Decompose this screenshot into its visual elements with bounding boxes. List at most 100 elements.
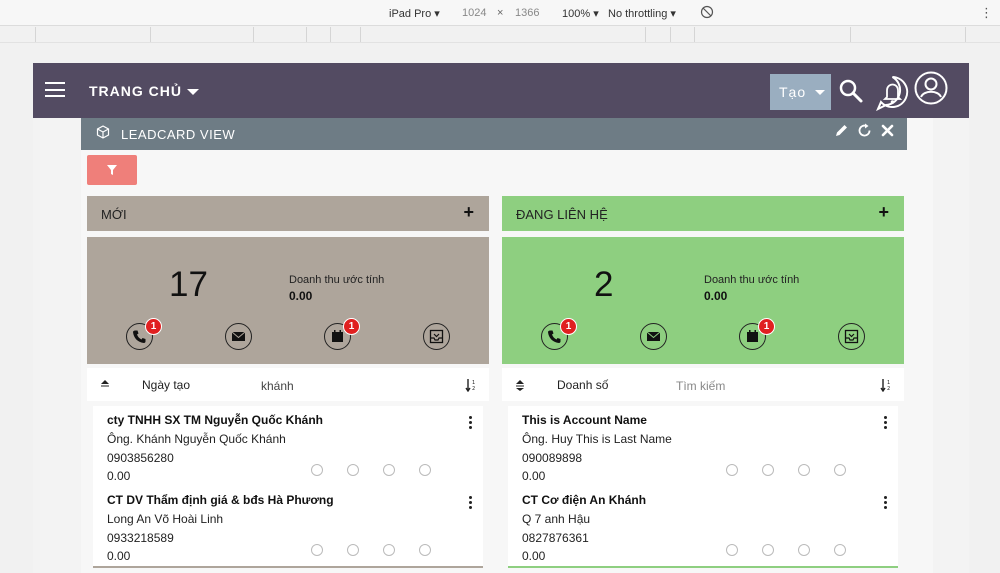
- column-search-input[interactable]: khánh: [261, 379, 294, 393]
- lead-card[interactable]: CT DV Thẩm định giá & bđs Hà Phương Long…: [93, 486, 483, 568]
- account-name: cty TNHH SX TM Nguyễn Quốc Khánh: [107, 413, 324, 427]
- notification-badge: 1: [343, 318, 360, 335]
- mail-icon[interactable]: [762, 544, 774, 556]
- mail-icon[interactable]: [762, 464, 774, 476]
- calendar-icon[interactable]: [798, 544, 810, 556]
- bell-icon[interactable]: [876, 75, 909, 111]
- lead-card[interactable]: This is Account Name Ông. Huy This is La…: [508, 406, 898, 488]
- caret-down-icon: [815, 89, 826, 95]
- sort-search-bar: Ngày tạo khánh 12: [87, 368, 489, 401]
- contact-name: Long An Võ Hoài Linh: [107, 512, 224, 526]
- phone-icon[interactable]: [311, 464, 323, 476]
- rotate-icon[interactable]: [700, 5, 714, 19]
- column-title: ĐANG LIÊN HỆ: [516, 207, 608, 222]
- add-lead-button[interactable]: +: [463, 202, 474, 223]
- phone-number: 0827876361: [522, 531, 589, 545]
- calendar-icon[interactable]: [383, 464, 395, 476]
- device-viewport: TRANG CHỦ Tạo LEADCARD VIEW MỚI + 17 Doa…: [33, 63, 969, 573]
- zoom-select[interactable]: 100% ▾: [562, 7, 599, 20]
- phone-icon[interactable]: [726, 544, 738, 556]
- account-name: This is Account Name: [522, 413, 647, 427]
- lead-count: 17: [169, 265, 208, 304]
- account-name: CT Cơ điện An Khánh: [522, 493, 647, 507]
- phone-number: 090089898: [522, 451, 583, 465]
- lead-card[interactable]: cty TNHH SX TM Nguyễn Quốc Khánh Ông. Kh…: [93, 406, 483, 488]
- column-header: MỚI +: [87, 196, 489, 231]
- deal-amount: 0.00: [107, 469, 131, 483]
- mail-icon[interactable]: [347, 544, 359, 556]
- sort-field-select[interactable]: Ngày tạo: [142, 378, 190, 392]
- card-menu-icon[interactable]: [469, 496, 473, 510]
- mail-icon[interactable]: [347, 464, 359, 476]
- column-header: ĐANG LIÊN HỆ +: [502, 196, 904, 231]
- device-select[interactable]: iPad Pro ▾: [389, 7, 440, 20]
- create-label: Tạo: [779, 84, 807, 100]
- lead-card[interactable]: CT Cơ điện An Khánh Q 7 anh Hậu 08278763…: [508, 486, 898, 568]
- phone-number: 0903856280: [107, 451, 174, 465]
- calendar-icon[interactable]: 1: [739, 318, 775, 350]
- inbox-icon[interactable]: [419, 464, 431, 476]
- mail-icon[interactable]: [640, 323, 667, 350]
- inbox-icon[interactable]: [834, 544, 846, 556]
- svg-text:2: 2: [472, 386, 475, 392]
- notification-badge: 1: [560, 318, 577, 335]
- header-tools: [834, 123, 895, 138]
- more-options-icon[interactable]: ⋮: [980, 5, 993, 21]
- inbox-icon[interactable]: [838, 323, 865, 350]
- contact-name: Ông. Huy This is Last Name: [522, 432, 672, 446]
- notification-badge: 1: [145, 318, 162, 335]
- revenue-label: Doanh thu ước tính: [704, 274, 800, 286]
- user-icon[interactable]: [914, 71, 948, 105]
- inbox-icon[interactable]: [423, 323, 450, 350]
- phone-icon[interactable]: 1: [541, 318, 577, 350]
- sort-order-icon[interactable]: 12: [465, 378, 477, 392]
- home-label: TRANG CHỦ: [89, 83, 182, 99]
- calendar-icon[interactable]: [798, 464, 810, 476]
- viewport-height[interactable]: 1366: [515, 7, 539, 19]
- phone-icon[interactable]: [311, 544, 323, 556]
- phone-icon[interactable]: 1: [126, 318, 162, 350]
- calendar-icon[interactable]: [383, 544, 395, 556]
- caret-down-icon: [187, 89, 199, 96]
- deal-amount: 0.00: [522, 469, 546, 483]
- hamburger-icon[interactable]: [45, 82, 65, 97]
- pencil-icon[interactable]: [834, 123, 849, 138]
- create-button[interactable]: Tạo: [770, 74, 831, 110]
- revenue-value: 0.00: [704, 289, 728, 303]
- search-icon[interactable]: [838, 78, 864, 104]
- mail-icon[interactable]: [225, 323, 252, 350]
- sort-field-select[interactable]: Doanh số: [557, 378, 608, 392]
- column-summary: 17 Doanh thu ước tính 0.00 1 1: [87, 237, 489, 364]
- sort-toggle-icon[interactable]: [515, 379, 525, 391]
- inbox-icon[interactable]: [419, 544, 431, 556]
- top-navbar: TRANG CHỦ Tạo: [33, 63, 969, 118]
- phone-icon[interactable]: [726, 464, 738, 476]
- leadcard-header: LEADCARD VIEW: [81, 118, 907, 150]
- devtools-toolbar: iPad Pro ▾ 1024 × 1366 100% ▾ No throttl…: [0, 0, 1000, 26]
- refresh-icon[interactable]: [857, 123, 872, 138]
- sort-order-icon[interactable]: 12: [880, 378, 892, 392]
- column-title: MỚI: [101, 207, 127, 222]
- card-menu-icon[interactable]: [884, 496, 888, 510]
- filter-icon: [107, 165, 117, 175]
- notification-badge: 1: [758, 318, 775, 335]
- account-name: CT DV Thẩm định giá & bđs Hà Phương: [107, 493, 334, 507]
- close-icon[interactable]: [880, 123, 895, 138]
- home-menu[interactable]: TRANG CHỦ: [89, 83, 199, 99]
- sort-search-bar: Doanh số Tìm kiếm 12: [502, 368, 904, 401]
- card-menu-icon[interactable]: [469, 416, 473, 430]
- pipeline-column-new: MỚI + 17 Doanh thu ước tính 0.00 1 1 Ngà…: [87, 196, 489, 573]
- viewport-width[interactable]: 1024: [462, 7, 486, 19]
- calendar-icon[interactable]: 1: [324, 318, 360, 350]
- add-lead-button[interactable]: +: [878, 202, 889, 223]
- column-summary: 2 Doanh thu ước tính 0.00 1 1: [502, 237, 904, 364]
- card-menu-icon[interactable]: [884, 416, 888, 430]
- leadcard-title: LEADCARD VIEW: [121, 127, 236, 142]
- lead-count: 2: [594, 265, 614, 304]
- inbox-icon[interactable]: [834, 464, 846, 476]
- filter-button[interactable]: [87, 155, 137, 185]
- throttling-select[interactable]: No throttling ▾: [608, 7, 676, 20]
- column-search-input[interactable]: Tìm kiếm: [676, 379, 725, 393]
- deal-amount: 0.00: [522, 549, 546, 563]
- sort-toggle-icon[interactable]: [100, 379, 110, 391]
